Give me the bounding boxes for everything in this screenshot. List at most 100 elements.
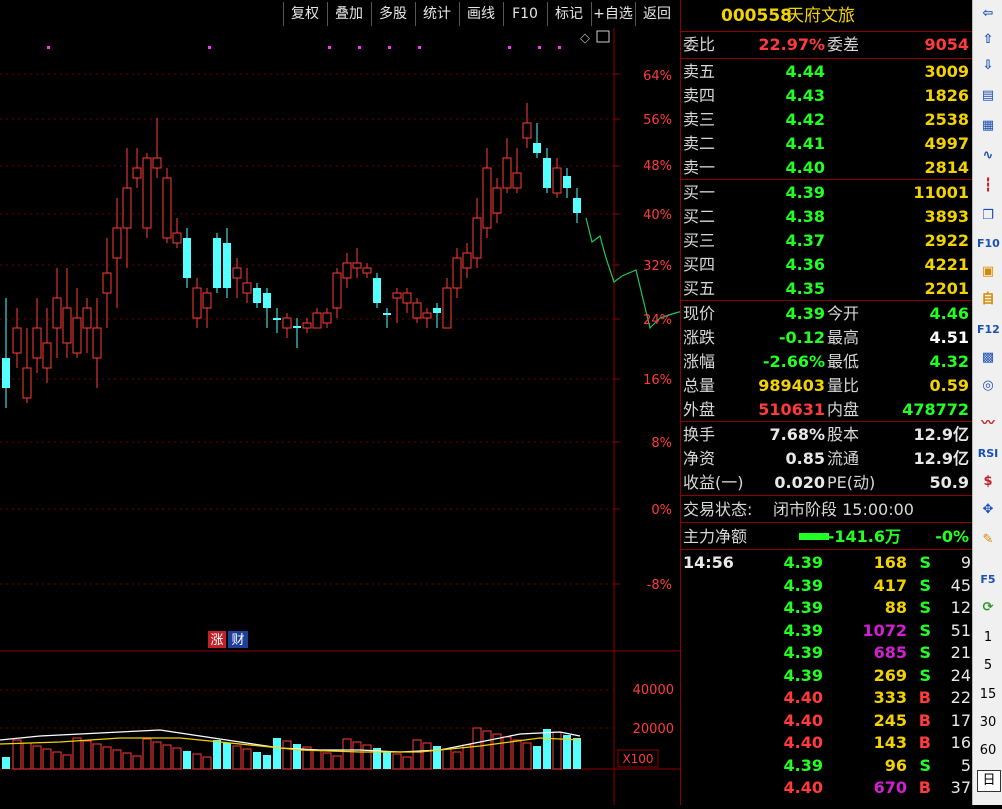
candle-body	[72, 317, 82, 354]
volume-bar	[192, 753, 202, 770]
move-icon[interactable]: ✥	[977, 500, 999, 520]
quote-label: 今开	[827, 304, 860, 323]
tick-volume: 96	[884, 755, 907, 775]
fund-value: 50.9	[929, 473, 969, 492]
tick-volume: 1072	[862, 620, 907, 640]
tick-row[interactable]: 4.39 96 S 5	[681, 755, 973, 778]
divider	[681, 300, 973, 301]
pct-label: 48%	[643, 159, 672, 174]
period-day-button[interactable]: 日	[977, 770, 1001, 792]
order-volume: 3893	[924, 207, 969, 226]
volume-bar	[152, 741, 162, 770]
table-icon[interactable]: ▦	[977, 116, 999, 136]
fund-label: 收益(一)	[683, 473, 744, 492]
tick-count: 37	[950, 778, 971, 797]
tick-side: B	[918, 710, 931, 730]
tick-row[interactable]: 4.40 245 B 17	[681, 710, 973, 733]
tick-row[interactable]: 4.39 1072 S 51	[681, 620, 973, 643]
f10-icon[interactable]: F10	[977, 234, 1000, 254]
rsi-icon[interactable]: RSI	[977, 444, 999, 464]
self-select-icon[interactable]: 自	[977, 290, 999, 310]
refresh-icon[interactable]: ⟳	[977, 598, 999, 618]
diamond-icon[interactable]: ◇	[580, 31, 590, 46]
period-1-button[interactable]: 1	[977, 628, 999, 648]
tick-row[interactable]: 4.39 685 S 21	[681, 642, 973, 665]
tick-price: 4.39	[783, 620, 823, 640]
period-30-button[interactable]: 30	[977, 713, 999, 733]
candle-body	[202, 292, 212, 309]
stock-code: 000558	[721, 6, 792, 26]
order-label: 卖二	[683, 134, 716, 153]
period-60-button[interactable]: 60	[977, 741, 999, 761]
tick-row[interactable]: 4.39 417 S 45	[681, 575, 973, 598]
f10-button[interactable]: F10	[503, 2, 546, 26]
circle-icon[interactable]: ◎	[977, 376, 999, 396]
weicha-label: 委差	[827, 35, 860, 54]
tick-row[interactable]: 4.40 143 B 16	[681, 732, 973, 755]
candle-body	[293, 326, 301, 328]
volume-bar	[162, 744, 172, 770]
dollar-icon[interactable]: $	[977, 472, 999, 492]
line-chart-icon[interactable]: ∿	[977, 146, 999, 166]
fund-value: 0.85	[785, 449, 825, 468]
add-favorite-button[interactable]: +自选	[591, 2, 634, 26]
volume-bar	[322, 752, 332, 770]
quote-label: 涨幅	[683, 352, 716, 371]
tick-row[interactable]: 4.39 88 S 12	[681, 597, 973, 620]
order-price: 4.35	[785, 279, 825, 298]
tick-side: B	[918, 688, 931, 707]
kline-icon[interactable]: ┇	[977, 176, 999, 196]
volume-bar	[442, 748, 452, 770]
tick-row[interactable]: 4.40 333 B 22	[681, 687, 973, 710]
level2-icon[interactable]: ▩	[977, 348, 999, 368]
tick-time: 14:56	[683, 553, 734, 572]
stats-button[interactable]: 统计	[415, 2, 458, 26]
multi-stock-button[interactable]: 多股	[371, 2, 414, 26]
kline-chart[interactable]: 64% 56% 48% 40% 32% 24% 16% 8% 0% -8% 40…	[0, 28, 713, 805]
period-5-button[interactable]: 5	[977, 656, 999, 676]
overlay-button[interactable]: 叠加	[327, 2, 370, 26]
tick-row[interactable]: 4.39 269 S 24	[681, 665, 973, 688]
marker-dot	[418, 46, 421, 49]
candle-body	[302, 322, 312, 329]
draw-line-button[interactable]: 画线	[459, 2, 502, 26]
sell-row: 卖三 4.42 2538	[681, 108, 973, 132]
window-toggle-icon[interactable]	[596, 30, 610, 43]
windows-icon[interactable]: ❐	[977, 206, 999, 226]
arrow-left-icon[interactable]: ⇦	[977, 4, 999, 24]
kline-chart-area[interactable]: 64% 56% 48% 40% 32% 24% 16% 8% 0% -8% 40…	[0, 28, 713, 805]
quote-value: 478772	[902, 400, 969, 419]
wave-icon[interactable]: 〰	[977, 414, 999, 434]
candle-body	[402, 292, 412, 304]
main-flow-value: -141.6万	[827, 527, 901, 546]
chart-grid-icon[interactable]: ▣	[977, 262, 999, 282]
back-button[interactable]: 返回	[635, 2, 678, 26]
tick-row[interactable]: 4.40 670 B 37	[681, 777, 973, 800]
fund-row: 换手 7.68% 股本 12.9亿	[681, 423, 973, 447]
marker-dot	[47, 46, 50, 49]
period-15-button[interactable]: 15	[977, 685, 999, 705]
candle-body	[12, 327, 22, 354]
divider	[681, 31, 973, 32]
volume-bar	[112, 749, 122, 770]
sell-row: 卖二 4.41 4997	[681, 132, 973, 156]
arrow-up-icon[interactable]: ⇧	[977, 30, 999, 50]
mark-button[interactable]: 标记	[547, 2, 590, 26]
volume-bar	[362, 744, 372, 770]
buy-row: 买三 4.37 2922	[681, 229, 973, 253]
f12-icon[interactable]: F12	[977, 320, 1000, 340]
tick-row[interactable]: 14:56 4.39 168 S 9	[681, 552, 973, 575]
weibi-value: 22.97%	[758, 35, 825, 54]
pencil-icon[interactable]: ✎	[977, 530, 999, 550]
tick-price: 4.40	[783, 778, 823, 797]
candle-body	[2, 358, 10, 388]
notes-icon[interactable]: ▤	[977, 86, 999, 106]
fuquan-button[interactable]: 复权	[283, 2, 326, 26]
tick-volume: 670	[873, 778, 907, 797]
quote-label: 最低	[827, 352, 860, 371]
main-flow-pct: -0%	[935, 527, 969, 546]
divider	[681, 522, 973, 523]
candle-body	[573, 198, 581, 213]
arrow-down-icon[interactable]: ⇩	[977, 56, 999, 76]
f5-icon[interactable]: F5	[977, 570, 999, 590]
